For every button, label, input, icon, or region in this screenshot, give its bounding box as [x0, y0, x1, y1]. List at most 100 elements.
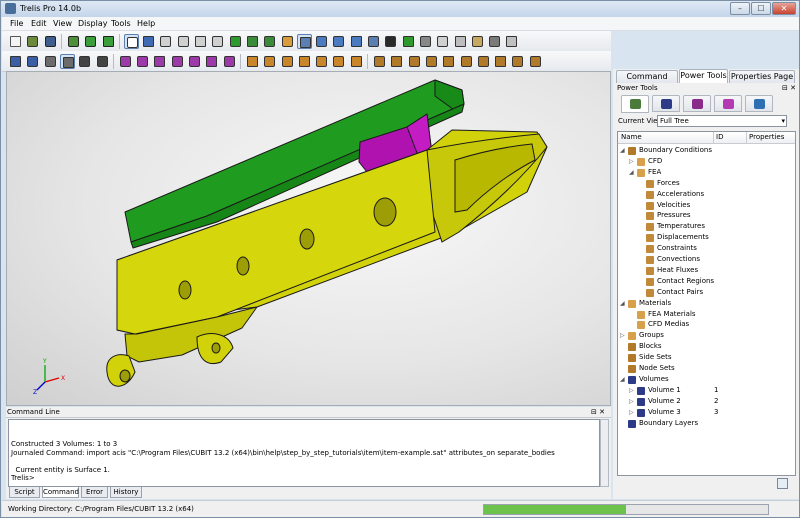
mounting-hole[interactable] — [236, 256, 250, 276]
tree-row[interactable]: ▷ CFD — [618, 156, 795, 167]
tree-row[interactable]: ▷ Volume 2 2 — [618, 396, 795, 407]
tab-error[interactable]: Error — [81, 487, 108, 498]
column-id[interactable]: ID — [716, 133, 723, 141]
tab-command-panel[interactable]: Command Panel — [616, 70, 678, 93]
view-back-button[interactable] — [176, 34, 191, 49]
group-button[interactable] — [245, 54, 260, 69]
pause-journal-button[interactable] — [101, 34, 116, 49]
column-name[interactable]: Name — [621, 133, 642, 141]
fit-all-button[interactable] — [366, 34, 381, 49]
menu-view[interactable]: View — [53, 19, 72, 28]
tree-row[interactable]: Accelerations — [618, 189, 795, 200]
close-button[interactable]: ✕ — [772, 2, 796, 15]
tree-row[interactable]: Convections — [618, 254, 795, 265]
view-iso-button[interactable] — [228, 34, 243, 49]
blocks-button[interactable] — [493, 54, 508, 69]
mounting-hole[interactable] — [178, 280, 192, 300]
command-output[interactable]: Constructed 3 Volumes: 1 to 3 Journaled C… — [8, 419, 600, 487]
view-left-button[interactable] — [193, 34, 208, 49]
bc-convection-button[interactable] — [459, 54, 474, 69]
cad-model[interactable] — [106, 79, 548, 387]
collapse-arrow-icon[interactable]: ◢ — [629, 167, 635, 178]
tree-row[interactable]: ◢ Boundary Conditions — [618, 145, 795, 156]
menu-edit[interactable]: Edit — [31, 19, 47, 28]
record-journal-button[interactable] — [66, 34, 81, 49]
imprint-button[interactable] — [280, 54, 295, 69]
rotate-view-button[interactable] — [141, 34, 156, 49]
select-volume-button[interactable] — [8, 54, 23, 69]
smooth-shade-button[interactable] — [453, 34, 468, 49]
tree-row[interactable]: Blocks — [618, 341, 795, 352]
nodesets-button[interactable] — [528, 54, 543, 69]
menu-display[interactable]: Display — [78, 19, 108, 28]
tab-power-tools[interactable]: Power Tools — [679, 69, 728, 84]
zoom-out-button[interactable] — [331, 34, 346, 49]
tree-row[interactable]: Forces — [618, 178, 795, 189]
collapse-arrow-icon[interactable]: ◢ — [620, 145, 626, 156]
maximize-button[interactable]: ☐ — [751, 2, 771, 15]
tree-row[interactable]: Constraints — [618, 243, 795, 254]
current-view-select[interactable]: Full Tree ▾ — [657, 115, 787, 127]
dock-controls[interactable]: ⊟ ✕ — [591, 407, 605, 418]
expand-arrow-icon[interactable]: ▷ — [629, 156, 635, 167]
tree-row[interactable]: ◢ Volumes — [618, 374, 795, 385]
tree-row[interactable]: ◢ FEA — [618, 167, 795, 178]
mesh-display-button[interactable] — [487, 34, 502, 49]
pan-button[interactable] — [349, 34, 364, 49]
select-surface-button[interactable] — [25, 54, 40, 69]
expand-arrow-icon[interactable]: ▷ — [629, 385, 635, 396]
zoom-box-button[interactable] — [296, 34, 312, 49]
tree-row[interactable]: Displacements — [618, 232, 795, 243]
menu-tools[interactable]: Tools — [111, 19, 131, 28]
webcut-button[interactable] — [314, 54, 329, 69]
wireframe-button[interactable] — [383, 34, 398, 49]
tet-filter-button[interactable] — [204, 54, 219, 69]
tab-script[interactable]: Script — [9, 487, 40, 498]
tree-row[interactable]: ▷ Volume 1 1 — [618, 385, 795, 396]
yellow-hook[interactable] — [106, 354, 136, 387]
tree-row[interactable]: Heat Fluxes — [618, 265, 795, 276]
expand-arrow-icon[interactable]: ▷ — [629, 407, 635, 418]
tree-row[interactable]: Boundary Layers — [618, 418, 795, 429]
sidesets-button[interactable] — [510, 54, 525, 69]
expand-arrow-icon[interactable]: ▷ — [629, 396, 635, 407]
lug-hole[interactable] — [211, 342, 221, 354]
save-button[interactable] — [43, 34, 58, 49]
geometry-tool-tab[interactable] — [652, 95, 680, 112]
model-tree[interactable]: Name ID Properties ◢ Boundary Conditions ▷… — [617, 131, 796, 476]
sweep-button[interactable] — [331, 54, 346, 69]
collapse-arrow-icon[interactable]: ◢ — [620, 298, 626, 309]
clipping-button[interactable] — [470, 34, 485, 49]
wedge-filter-button[interactable] — [222, 54, 237, 69]
tree-row[interactable]: Contact Regions — [618, 276, 795, 287]
transparent-button[interactable] — [435, 34, 450, 49]
graphics-viewport[interactable]: X Y Z — [6, 71, 611, 406]
select-pointer-button[interactable] — [123, 34, 139, 49]
view-right-button[interactable] — [210, 34, 225, 49]
mounting-hole[interactable] — [299, 228, 315, 250]
zoom-in-button[interactable] — [314, 34, 329, 49]
open-file-button[interactable] — [25, 34, 40, 49]
tab-properties-page[interactable]: Properties Page — [729, 70, 795, 84]
tab-command[interactable]: Command — [42, 487, 79, 498]
menu-help[interactable]: Help — [137, 19, 155, 28]
select-vertex-button[interactable] — [95, 54, 110, 69]
play-journal-button[interactable] — [83, 34, 98, 49]
edge-filter-button[interactable] — [135, 54, 150, 69]
new-file-button[interactable] — [8, 34, 23, 49]
mesh-tool-tab[interactable] — [683, 95, 711, 112]
tree-row[interactable]: Node Sets — [618, 363, 795, 374]
node-filter-button[interactable] — [118, 54, 133, 69]
hex-filter-button[interactable] — [187, 54, 202, 69]
quad-filter-button[interactable] — [152, 54, 167, 69]
tri-filter-button[interactable] — [170, 54, 185, 69]
select-edge-button[interactable] — [77, 54, 92, 69]
select-face-button[interactable] — [59, 54, 75, 69]
command-scrollbar[interactable] — [600, 419, 609, 487]
collapse-arrow-icon[interactable]: ◢ — [620, 374, 626, 385]
merge-button[interactable] — [297, 54, 312, 69]
hidden-line-button[interactable] — [418, 34, 433, 49]
minimize-button[interactable]: – — [730, 2, 750, 15]
tree-row[interactable]: Temperatures — [618, 221, 795, 232]
tree-row[interactable]: ▷ Volume 3 3 — [618, 407, 795, 418]
